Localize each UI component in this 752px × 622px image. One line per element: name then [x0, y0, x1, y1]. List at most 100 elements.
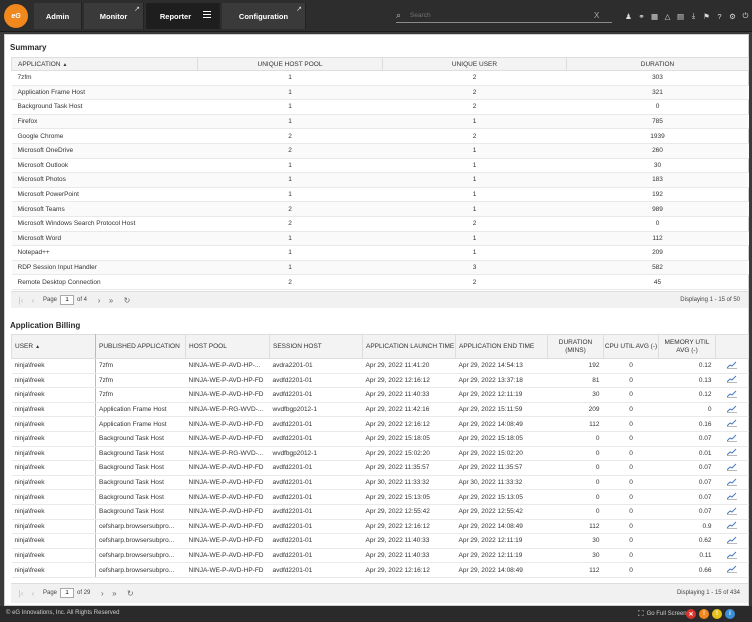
- column-header[interactable]: UNIQUE USER: [382, 57, 567, 71]
- tab-reporter[interactable]: Reporter: [146, 3, 220, 29]
- table-row[interactable]: Background Task Host 1 2 0: [11, 99, 749, 115]
- graph-cell: [715, 402, 749, 418]
- trend-graph-icon[interactable]: [727, 361, 737, 369]
- power-icon[interactable]: ⏻: [739, 10, 752, 22]
- trend-graph-icon[interactable]: [727, 375, 737, 384]
- table-cell: 0.9: [658, 519, 716, 535]
- column-header[interactable]: PUBLISHED APPLICATION: [95, 334, 186, 359]
- table-row[interactable]: ninja\freek Background Task Host NINJA-WE-…: [11, 489, 749, 505]
- prev-page-icon[interactable]: ‹: [27, 296, 39, 305]
- table-row[interactable]: ninja\freek cefsharp.browsersubpro... NINJ…: [11, 562, 749, 578]
- table-row[interactable]: ninja\freek cefsharp.browsersubpro... NINJ…: [11, 548, 749, 564]
- minor-alert-icon[interactable]: !: [712, 609, 722, 619]
- table-row[interactable]: RDP Session Input Handler 1 3 582: [11, 260, 749, 276]
- column-header[interactable]: APPLICATION ▲: [11, 57, 198, 71]
- table-row[interactable]: ninja\freek Application Frame Host NINJA-W…: [11, 416, 749, 432]
- next-page-icon[interactable]: ›: [93, 296, 105, 305]
- major-alert-icon[interactable]: !: [699, 609, 709, 619]
- table-row[interactable]: ninja\freek Background Task Host NINJA-WE-…: [11, 475, 749, 491]
- document-icon[interactable]: ▤: [674, 10, 687, 22]
- tab-monitor[interactable]: Monitor ↗: [84, 3, 144, 29]
- table-row[interactable]: ninja\freek Background Task Host NINJA-WE-…: [11, 431, 749, 447]
- table-cell: 192: [566, 187, 749, 203]
- table-row[interactable]: Remote Desktop Connection 2 2 45: [11, 274, 749, 290]
- refresh-icon[interactable]: ↻: [124, 589, 136, 598]
- column-header[interactable]: MEMORY UTIL AVG (-): [658, 334, 716, 359]
- trend-graph-icon[interactable]: [727, 390, 737, 398]
- column-header[interactable]: HOST POOL: [185, 334, 270, 359]
- trend-graph-icon[interactable]: [727, 434, 737, 442]
- trend-graph-icon[interactable]: [727, 478, 737, 486]
- column-header[interactable]: UNIQUE HOST POOL: [197, 57, 383, 71]
- fullscreen-button[interactable]: ⛶ Go Full Screen: [638, 609, 687, 619]
- trend-graph-icon[interactable]: [727, 405, 737, 413]
- table-row[interactable]: Microsoft Word 1 1 112: [11, 231, 749, 247]
- info-alert-icon[interactable]: i: [725, 609, 735, 619]
- search-input[interactable]: [410, 11, 590, 19]
- trend-graph-icon[interactable]: [727, 507, 737, 515]
- next-page-icon[interactable]: ›: [96, 589, 108, 598]
- table-row[interactable]: Firefox 1 1 785: [11, 114, 749, 130]
- table-row[interactable]: ninja\freek cefsharp.browsersubpro... NINJ…: [11, 533, 749, 549]
- tab-configuration[interactable]: Configuration ↗: [222, 3, 306, 29]
- column-header[interactable]: USER ▲: [11, 334, 96, 359]
- table-row[interactable]: Microsoft Teams 2 1 989: [11, 201, 749, 217]
- dashboard-icon[interactable]: ▦: [648, 10, 661, 22]
- table-cell: avdfd2201-01: [269, 504, 363, 520]
- table-row[interactable]: ninja\freek Background Task Host NINJA-WE-…: [11, 504, 749, 520]
- trend-graph-icon[interactable]: [727, 448, 737, 457]
- table-row[interactable]: ninja\freek 7zfm NINJA-WE-P-AVD-HP-... avdr…: [11, 358, 749, 374]
- link-icon[interactable]: ⚭: [635, 10, 648, 22]
- page-number-input[interactable]: [60, 588, 75, 598]
- last-page-icon[interactable]: »: [105, 296, 117, 305]
- table-row[interactable]: ninja\freek 7zfm NINJA-WE-P-AVD-HP-FD avdfd…: [11, 387, 749, 403]
- page-number-input[interactable]: [60, 295, 75, 305]
- table-row[interactable]: Microsoft Windows Search Protocol Host 2 2…: [11, 216, 749, 232]
- table-row[interactable]: ninja\freek Application Frame Host NINJA-W…: [11, 402, 749, 418]
- table-row[interactable]: Notepad++ 1 1 209: [11, 245, 749, 261]
- trend-graph-icon[interactable]: [727, 565, 737, 573]
- critical-alert-icon[interactable]: ✕: [686, 609, 696, 619]
- column-header[interactable]: SESSION HOST: [269, 334, 363, 359]
- column-header[interactable]: CPU UTIL AVG (-): [603, 334, 659, 359]
- table-row[interactable]: ninja\freek cefsharp.browsersubpro... NINJ…: [11, 519, 749, 535]
- table-row[interactable]: ninja\freek Background Task Host NINJA-WE-…: [11, 446, 749, 462]
- column-header[interactable]: APPLICATION LAUNCH TIME: [362, 334, 456, 359]
- last-page-icon[interactable]: »: [108, 589, 120, 598]
- hamburger-menu-icon[interactable]: [203, 11, 211, 19]
- refresh-icon[interactable]: ↻: [121, 296, 133, 305]
- prev-page-icon[interactable]: ‹: [27, 589, 39, 598]
- settings-icon[interactable]: ⚙: [726, 10, 739, 22]
- trend-graph-icon[interactable]: [727, 551, 737, 559]
- download-icon[interactable]: ⤓: [687, 10, 700, 22]
- external-link-icon[interactable]: ↗: [134, 5, 140, 13]
- trend-graph-icon[interactable]: [727, 536, 737, 544]
- table-row[interactable]: ninja\freek Background Task Host NINJA-WE-…: [11, 460, 749, 476]
- table-row[interactable]: Microsoft OneDrive 2 1 260: [11, 143, 749, 159]
- trend-graph-icon[interactable]: [727, 463, 737, 471]
- trend-graph-icon[interactable]: [727, 521, 737, 530]
- table-cell: Application Frame Host: [95, 416, 186, 432]
- table-row[interactable]: Microsoft Photos 1 1 183: [11, 172, 749, 188]
- first-page-icon[interactable]: |‹: [15, 296, 27, 305]
- user-icon[interactable]: ♟: [622, 10, 635, 22]
- column-header[interactable]: DURATION: [566, 57, 749, 71]
- trend-graph-icon[interactable]: [727, 492, 737, 500]
- account-icon[interactable]: ⚑: [700, 10, 713, 22]
- external-link-icon[interactable]: ↗: [296, 5, 302, 13]
- table-row[interactable]: Microsoft PowerPoint 1 1 192: [11, 187, 749, 203]
- first-page-icon[interactable]: |‹: [15, 589, 27, 598]
- alert-icon[interactable]: △: [661, 10, 674, 22]
- help-icon[interactable]: ?: [713, 10, 726, 22]
- table-row[interactable]: Google Chrome 2 2 1939: [11, 128, 749, 144]
- column-header[interactable]: DURATION (MINS): [547, 334, 604, 359]
- table-row[interactable]: Application Frame Host 1 2 321: [11, 85, 749, 101]
- column-header[interactable]: APPLICATION END TIME: [455, 334, 548, 359]
- eg-logo[interactable]: eG: [4, 4, 28, 28]
- tab-admin[interactable]: Admin: [34, 3, 82, 29]
- trend-graph-icon[interactable]: [727, 419, 737, 427]
- table-row[interactable]: 7zfm 1 2 303: [11, 70, 749, 86]
- clear-search-icon[interactable]: X: [594, 11, 599, 20]
- table-row[interactable]: Microsoft Outlook 1 1 30: [11, 158, 749, 174]
- table-row[interactable]: ninja\freek 7zfm NINJA-WE-P-AVD-HP-FD avdfd…: [11, 373, 749, 389]
